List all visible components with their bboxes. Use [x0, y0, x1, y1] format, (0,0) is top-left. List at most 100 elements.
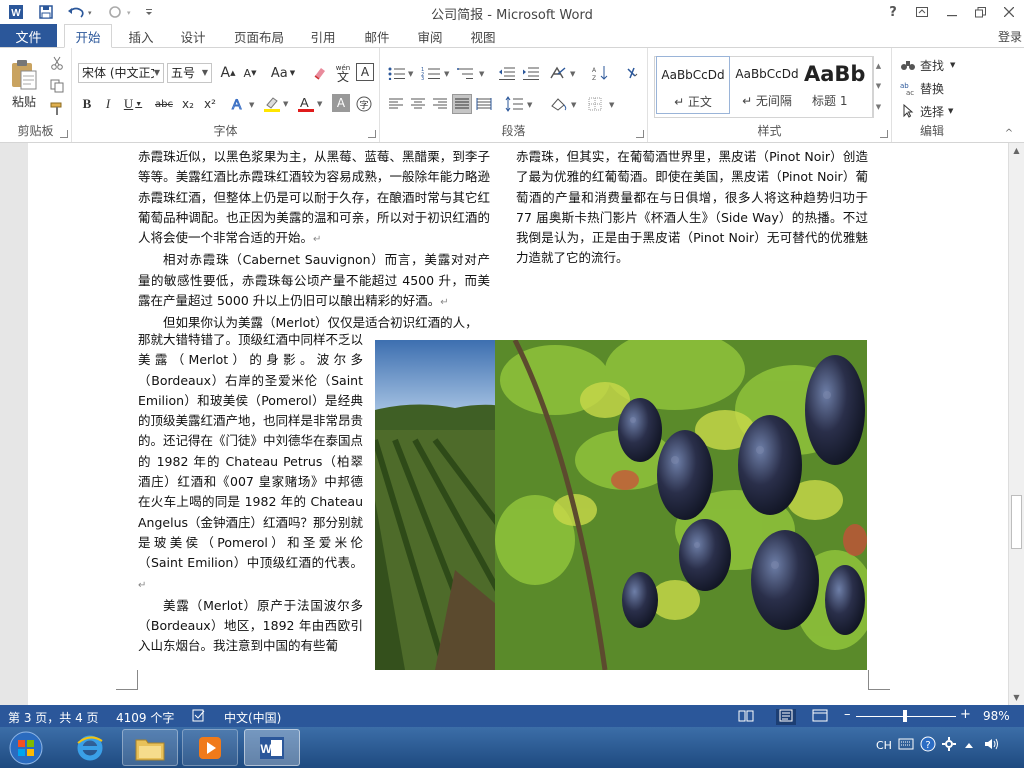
borders-icon[interactable]: ▼: [586, 94, 618, 114]
font-size-combo[interactable]: 五号 ▼: [167, 63, 212, 83]
internet-explorer-icon[interactable]: [62, 729, 118, 766]
shrink-font-button[interactable]: A ▼: [240, 63, 260, 83]
scroll-down-icon[interactable]: ▼: [1009, 690, 1024, 705]
clear-formatting-icon[interactable]: [310, 63, 330, 83]
keyboard-icon[interactable]: [898, 737, 914, 754]
text-effects-icon[interactable]: A ▼: [230, 94, 258, 114]
word-count[interactable]: 4109 个字: [116, 709, 174, 726]
increase-indent-icon[interactable]: [520, 63, 542, 83]
sign-in-link[interactable]: 登录: [998, 28, 1022, 45]
line-spacing-icon[interactable]: ▼: [504, 94, 536, 114]
bullets-icon[interactable]: ▼: [386, 63, 416, 83]
styles-scroll-up-icon[interactable]: ▲: [872, 56, 884, 76]
print-layout-icon[interactable]: [776, 709, 796, 725]
volume-icon[interactable]: [984, 737, 1000, 754]
character-shading-icon[interactable]: A: [332, 94, 350, 112]
zoom-out-button[interactable]: –: [844, 707, 851, 722]
restore-icon[interactable]: [967, 2, 993, 22]
align-right-icon[interactable]: [430, 94, 450, 114]
zoom-slider[interactable]: [856, 710, 956, 722]
paste-button[interactable]: 粘贴: [6, 54, 42, 114]
styles-launcher-icon[interactable]: [880, 130, 888, 138]
proofing-icon[interactable]: [192, 709, 206, 725]
multilevel-list-icon[interactable]: ▼: [456, 63, 488, 83]
settings-icon[interactable]: [942, 737, 956, 754]
styles-more-icon[interactable]: ▼: [872, 96, 884, 118]
document-page[interactable]: 赤霞珠近似，以黑色浆果为主，从黑莓、蓝莓、黑醋栗，到李子等等。美露红酒比赤霞珠红…: [28, 143, 1008, 705]
show-hide-marks-icon[interactable]: [622, 63, 642, 83]
sort-icon[interactable]: AZ: [590, 63, 610, 83]
tab-view[interactable]: 视图: [462, 24, 504, 48]
ribbon-display-options-icon[interactable]: [909, 2, 935, 22]
file-explorer-icon[interactable]: [122, 729, 178, 766]
asian-layout-icon[interactable]: ▼: [548, 63, 580, 83]
minimize-icon[interactable]: [939, 2, 965, 22]
character-border-button[interactable]: A: [356, 63, 374, 81]
close-icon[interactable]: [996, 2, 1022, 22]
select-button[interactable]: 选择 ▼: [900, 102, 964, 120]
start-button-icon[interactable]: [2, 729, 50, 766]
italic-button[interactable]: I: [99, 94, 117, 114]
zoom-level[interactable]: 98%: [983, 709, 1010, 723]
copy-icon[interactable]: [48, 77, 66, 95]
page-indicator[interactable]: 第 3 页，共 4 页: [8, 709, 99, 726]
zoom-slider-thumb[interactable]: [903, 710, 907, 722]
bold-button[interactable]: B: [78, 94, 96, 114]
tab-review[interactable]: 审阅: [409, 24, 451, 48]
help-circle-icon[interactable]: ?: [920, 736, 936, 755]
word-taskbar-icon[interactable]: W: [244, 729, 300, 766]
styles-scroll-down-icon[interactable]: ▼: [872, 76, 884, 96]
tab-home[interactable]: 开始: [64, 24, 112, 48]
shading-icon[interactable]: ▼: [548, 94, 580, 114]
phonetic-guide-button[interactable]: wén 文: [332, 62, 354, 84]
read-mode-icon[interactable]: [738, 709, 754, 725]
tab-references[interactable]: 引用: [302, 24, 344, 48]
font-color-icon[interactable]: A ▼: [296, 94, 326, 114]
numbering-icon[interactable]: 1 2 3 ▼: [420, 63, 452, 83]
tab-file[interactable]: 文件: [0, 24, 57, 48]
subscript-button[interactable]: x₂: [178, 94, 198, 114]
distributed-icon[interactable]: [474, 94, 494, 114]
document-area[interactable]: 赤霞珠近似，以黑色浆果为主，从黑莓、蓝莓、黑醋栗，到李子等等。美露红酒比赤霞珠红…: [0, 143, 1008, 705]
paragraph-launcher-icon[interactable]: [636, 130, 644, 138]
zoom-in-button[interactable]: +: [960, 707, 971, 722]
align-left-icon[interactable]: [386, 94, 406, 114]
svg-text:Z: Z: [592, 75, 596, 81]
superscript-button[interactable]: x²: [200, 94, 220, 114]
font-name-combo[interactable]: 宋体 (中文正文)▼: [78, 63, 164, 83]
tab-mailings[interactable]: 邮件: [356, 24, 398, 48]
strikethrough-button[interactable]: abc: [152, 94, 176, 114]
tab-insert[interactable]: 插入: [118, 24, 164, 48]
scroll-up-icon[interactable]: ▲: [1009, 143, 1024, 158]
replace-button[interactable]: ab ac 替换: [900, 79, 964, 97]
format-painter-icon[interactable]: [48, 100, 66, 118]
grape-vineyard-image[interactable]: [375, 340, 867, 670]
scroll-thumb[interactable]: [1011, 495, 1022, 549]
collapse-ribbon-icon[interactable]: ^: [1000, 126, 1018, 140]
highlight-icon[interactable]: ▼: [262, 94, 292, 114]
decrease-indent-icon[interactable]: [496, 63, 518, 83]
windows-taskbar: W CH ?: [0, 727, 1024, 768]
tab-page-layout[interactable]: 页面布局: [226, 24, 292, 48]
change-case-button[interactable]: Aa ▼: [268, 63, 298, 83]
tab-design[interactable]: 设计: [170, 24, 216, 48]
style-no-spacing[interactable]: AaBbCcDd ↵ 无间隔: [730, 56, 804, 114]
style-heading-1[interactable]: AaBb 标题 1: [802, 56, 868, 114]
show-hidden-icons[interactable]: [964, 739, 974, 752]
clipboard-launcher-icon[interactable]: [60, 130, 68, 138]
grow-font-button[interactable]: A ▲: [218, 63, 238, 83]
web-layout-icon[interactable]: [812, 709, 828, 725]
underline-button[interactable]: U ▼: [120, 94, 146, 114]
input-language[interactable]: CH: [876, 739, 892, 752]
vertical-scrollbar[interactable]: ▲ ▼: [1008, 143, 1024, 705]
find-button[interactable]: 查找 ▼: [900, 56, 964, 74]
style-normal[interactable]: AaBbCcDd ↵ 正文: [656, 56, 730, 114]
align-center-icon[interactable]: [408, 94, 428, 114]
justify-icon[interactable]: [452, 94, 472, 114]
media-player-icon[interactable]: [182, 729, 238, 766]
enclose-characters-icon[interactable]: 字: [354, 94, 374, 114]
language-indicator[interactable]: 中文(中国): [224, 709, 281, 726]
help-button[interactable]: ?: [880, 2, 906, 22]
font-launcher-icon[interactable]: [368, 130, 376, 138]
cut-icon[interactable]: [48, 54, 66, 72]
